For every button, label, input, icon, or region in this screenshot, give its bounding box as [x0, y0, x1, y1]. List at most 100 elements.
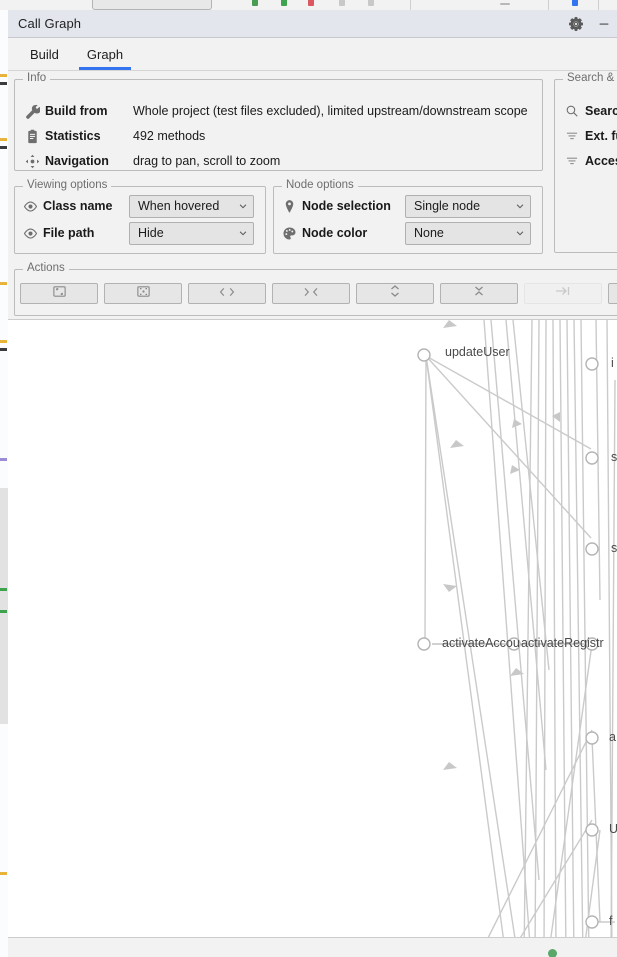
node-color-select[interactable]: None	[405, 221, 531, 245]
info-value-statistics: 492 methods	[133, 129, 206, 143]
viewing-label-class-name: Class name	[43, 199, 113, 213]
screen-root: Call Graph Build Graph Info Build from W…	[0, 0, 617, 957]
chevron-down-icon	[237, 227, 249, 239]
ide-toolbar-icon-2[interactable]	[281, 0, 287, 6]
status-indicator-dot	[548, 949, 557, 957]
expand-horizontal-icon	[216, 285, 238, 303]
search-row-ext-fu[interactable]: Ext. fu	[563, 125, 617, 147]
editor-marker-warning[interactable]	[0, 282, 7, 285]
info-value-navigation: drag to pan, scroll to zoom	[133, 154, 281, 168]
viewing-row-file-path: File path Hide	[21, 221, 259, 245]
call-graph-canvas[interactable]: updateUser activateAccou activateRegistr…	[8, 319, 617, 957]
ide-toolbar-icon-4[interactable]	[339, 0, 345, 6]
file-path-select-value: Hide	[138, 226, 164, 240]
editor-marker-warning[interactable]	[0, 872, 7, 875]
node-row-node-selection: Node selection Single node	[280, 194, 536, 218]
editor-scrollbar-thumb[interactable]	[0, 488, 8, 724]
search-filters-group: Search & Search	[554, 72, 617, 253]
node-options-group: Node options Node selection Single node	[273, 179, 543, 254]
tool-window-header-actions	[567, 10, 613, 37]
gear-icon[interactable]	[567, 15, 585, 33]
ide-toolbar-icon-7[interactable]	[572, 0, 578, 6]
editor-marker-todo[interactable]	[0, 458, 7, 461]
shrink-vertical-button[interactable]	[440, 283, 518, 304]
node-label-node-color: Node color	[302, 226, 368, 240]
chevron-down-icon	[514, 227, 526, 239]
search-label-search: Search	[585, 104, 617, 118]
file-path-select[interactable]: Hide	[129, 221, 254, 245]
info-label-build-from: Build from	[45, 104, 108, 118]
ide-toolbar-icon-5[interactable]	[368, 0, 374, 6]
move-icon	[23, 152, 41, 170]
filter-icon	[563, 127, 581, 145]
editor-marker-vcs[interactable]	[0, 588, 7, 591]
editor-marker-vcs[interactable]	[0, 610, 7, 613]
wrench-icon	[23, 102, 41, 120]
expand-vertical-button[interactable]	[356, 283, 434, 304]
chevron-down-icon	[237, 200, 249, 212]
viewing-label-file-path: File path	[43, 226, 95, 240]
fit-to-screen-button[interactable]	[20, 283, 98, 304]
node-options-group-title: Node options	[282, 179, 358, 191]
search-filters-group-title: Search &	[563, 72, 617, 84]
expand-horizontal-button[interactable]	[188, 283, 266, 304]
focus-selection-icon	[136, 284, 151, 304]
ide-toolbar-icon-1[interactable]	[252, 0, 258, 6]
search-label-access: Access	[585, 154, 617, 168]
ide-run-configuration-widget[interactable]	[92, 0, 212, 10]
node-label-node-selection: Node selection	[302, 199, 391, 213]
info-value-build-from: Whole project (test files excluded), lim…	[133, 104, 528, 118]
search-label-ext-fu: Ext. fu	[585, 129, 617, 143]
info-row-statistics: Statistics 492 methods	[23, 125, 205, 147]
pin-icon	[280, 197, 298, 215]
viewing-options-group: Viewing options Class name When hovered	[14, 179, 266, 254]
ide-toolbar-icon-6[interactable]	[500, 3, 510, 5]
node-row-node-color: Node color None	[280, 221, 536, 245]
editor-marker-warning[interactable]	[0, 138, 7, 141]
tab-bar: Build Graph	[8, 38, 617, 71]
chevron-down-icon	[514, 200, 526, 212]
info-label-navigation: Navigation	[45, 154, 109, 168]
eye-icon	[21, 224, 39, 242]
filter-icon	[563, 152, 581, 170]
info-group-title: Info	[23, 72, 51, 84]
viewing-options-group-title: Viewing options	[23, 179, 112, 191]
canvas-bottom-bar	[8, 937, 617, 957]
info-group: Info Build from Whole project (test file…	[14, 72, 543, 172]
center-selection-button[interactable]	[104, 283, 182, 304]
info-row-build-from: Build from Whole project (test files exc…	[23, 100, 528, 122]
tool-window-title: Call Graph	[18, 16, 82, 31]
editor-marker-warning[interactable]	[0, 340, 7, 343]
shrink-horizontal-icon	[300, 285, 322, 303]
editor-marker-warning[interactable]	[0, 74, 7, 77]
shrink-horizontal-button[interactable]	[272, 283, 350, 304]
search-row-search[interactable]: Search	[563, 100, 617, 122]
tool-window-header: Call Graph	[8, 10, 617, 38]
call-graph-tool-window: Call Graph Build Graph Info Build from W…	[8, 10, 617, 957]
actions-group-title: Actions	[23, 262, 69, 274]
tab-graph-label: Graph	[86, 46, 124, 62]
node-color-select-value: None	[414, 226, 444, 240]
editor-marker-info[interactable]	[0, 82, 7, 85]
editor-marker-info[interactable]	[0, 146, 7, 149]
ide-toolbar-separator-2	[548, 0, 549, 10]
search-row-access[interactable]: Access	[563, 150, 617, 172]
eye-icon	[21, 197, 39, 215]
editor-marker-info[interactable]	[0, 348, 7, 351]
ide-toolbar-icon-3[interactable]	[308, 0, 314, 6]
tab-build[interactable]: Build	[16, 38, 73, 70]
call-graph-svg[interactable]	[8, 320, 617, 957]
jump-to-node-button[interactable]	[524, 283, 602, 304]
viewing-row-class-name: Class name When hovered	[21, 194, 259, 218]
node-selection-select[interactable]: Single node	[405, 194, 531, 218]
actions-group: Actions	[14, 262, 617, 316]
overflow-action-button[interactable]	[608, 283, 617, 304]
tab-graph[interactable]: Graph	[73, 38, 137, 70]
ide-toolbar-separator-3	[598, 0, 599, 10]
palette-icon	[280, 224, 298, 242]
info-row-navigation: Navigation drag to pan, scroll to zoom	[23, 150, 280, 172]
class-name-select[interactable]: When hovered	[129, 194, 254, 218]
minimize-icon[interactable]	[595, 15, 613, 33]
expand-vertical-icon	[388, 282, 402, 305]
tab-build-label: Build	[30, 46, 59, 62]
